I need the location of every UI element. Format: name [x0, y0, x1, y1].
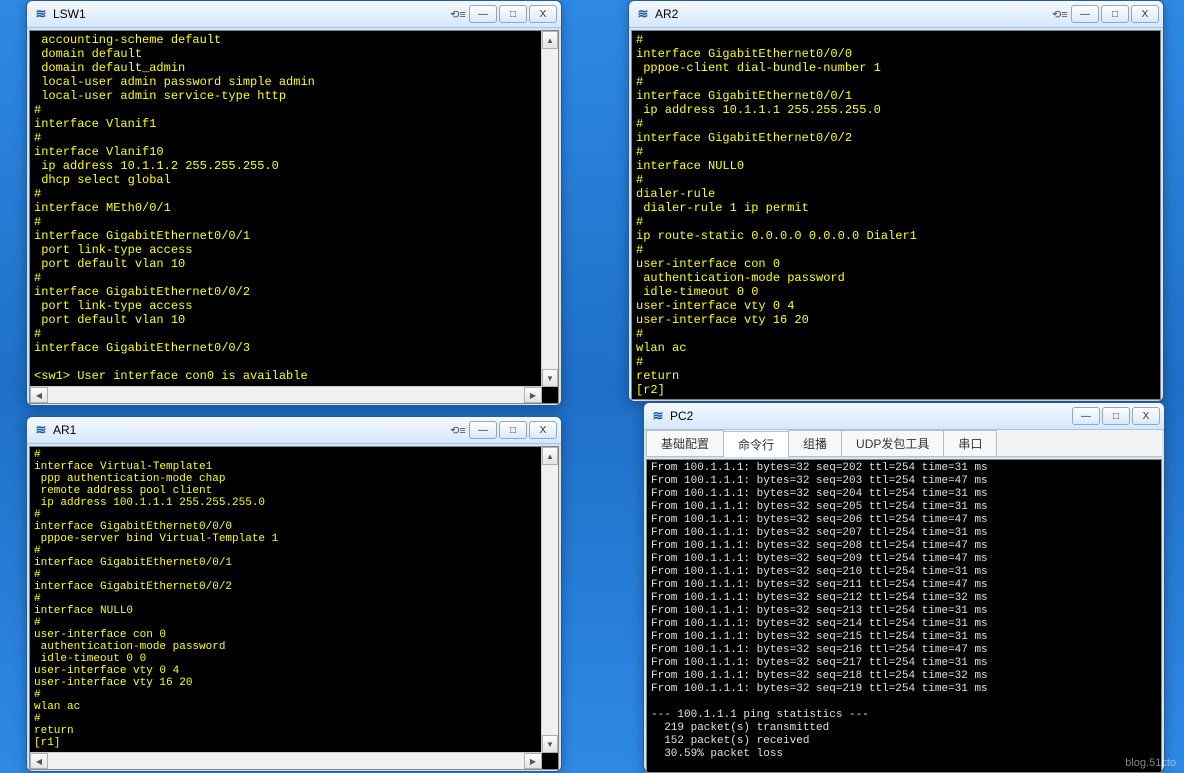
terminal-output: # interface GigabitEthernet0/0/0 pppoe-c…	[632, 31, 1160, 399]
terminal-output: accounting-scheme default domain default…	[30, 31, 558, 385]
options-icon[interactable]: ⟲≡	[449, 7, 467, 21]
maximize-button[interactable]: □	[1102, 407, 1130, 425]
titlebar-lsw1[interactable]: ≋ LSW1 ⟲≡ — □ X	[27, 1, 561, 28]
window-title: LSW1	[53, 7, 449, 21]
minimize-button[interactable]: —	[469, 5, 497, 23]
tab-cli[interactable]: 命令行	[723, 431, 789, 457]
terminal-pane[interactable]: # interface Virtual-Template1 ppp authen…	[29, 446, 559, 770]
app-icon: ≋	[33, 6, 49, 22]
app-icon: ≋	[33, 422, 49, 438]
window-ar1: ≋ AR1 ⟲≡ — □ X # interface Virtual-Templ…	[26, 416, 562, 772]
close-button[interactable]: X	[1132, 407, 1160, 425]
minimize-button[interactable]: —	[1071, 5, 1099, 23]
window-title: PC2	[670, 409, 1072, 423]
close-button[interactable]: X	[1131, 5, 1159, 23]
options-icon[interactable]: ⟲≡	[1051, 7, 1069, 21]
titlebar-ar1[interactable]: ≋ AR1 ⟲≡ — □ X	[27, 417, 561, 444]
scroll-up-icon[interactable]: ▲	[542, 31, 558, 49]
scroll-right-icon[interactable]: ▶	[524, 387, 542, 403]
maximize-button[interactable]: □	[1101, 5, 1129, 23]
scroll-up-icon[interactable]: ▲	[542, 447, 558, 465]
minimize-button[interactable]: —	[469, 421, 497, 439]
watermark-text: blog.51cto	[1125, 757, 1176, 769]
terminal-pane[interactable]: From 100.1.1.1: bytes=32 seq=202 ttl=254…	[646, 459, 1162, 773]
window-title: AR2	[655, 7, 1051, 21]
minimize-button[interactable]: —	[1072, 407, 1100, 425]
tab-bar: 基础配置 命令行 组播 UDP发包工具 串口	[646, 430, 1162, 457]
terminal-output: # interface Virtual-Template1 ppp authen…	[30, 447, 558, 753]
horizontal-scrollbar[interactable]: ◀ ▶	[30, 752, 542, 769]
vertical-scrollbar[interactable]: ▲ ▼	[541, 31, 558, 387]
app-icon: ≋	[635, 6, 651, 22]
close-button[interactable]: X	[529, 5, 557, 23]
maximize-button[interactable]: □	[499, 421, 527, 439]
app-icon: ≋	[650, 408, 666, 424]
scroll-down-icon[interactable]: ▼	[542, 369, 558, 387]
tab-multicast[interactable]: 组播	[788, 430, 842, 456]
tab-basic-config[interactable]: 基础配置	[646, 430, 724, 456]
horizontal-scrollbar[interactable]: ◀ ▶	[30, 386, 542, 403]
scroll-left-icon[interactable]: ◀	[30, 753, 48, 769]
tab-udp-tool[interactable]: UDP发包工具	[841, 430, 944, 456]
terminal-output: From 100.1.1.1: bytes=32 seq=202 ttl=254…	[647, 460, 1161, 773]
window-ar2: ≋ AR2 ⟲≡ — □ X # interface GigabitEthern…	[628, 0, 1164, 402]
close-button[interactable]: X	[529, 421, 557, 439]
titlebar-pc2[interactable]: ≋ PC2 — □ X	[644, 403, 1164, 430]
window-lsw1: ≋ LSW1 ⟲≡ — □ X accounting-scheme defaul…	[26, 0, 562, 406]
vertical-scrollbar[interactable]: ▲ ▼	[541, 447, 558, 753]
scroll-down-icon[interactable]: ▼	[542, 735, 558, 753]
tab-serial[interactable]: 串口	[943, 430, 997, 456]
scroll-left-icon[interactable]: ◀	[30, 387, 48, 403]
options-icon[interactable]: ⟲≡	[449, 423, 467, 437]
window-title: AR1	[53, 423, 449, 437]
titlebar-ar2[interactable]: ≋ AR2 ⟲≡ — □ X	[629, 1, 1163, 28]
window-pc2: ≋ PC2 — □ X 基础配置 命令行 组播 UDP发包工具 串口 From …	[643, 402, 1165, 772]
terminal-pane[interactable]: # interface GigabitEthernet0/0/0 pppoe-c…	[631, 30, 1161, 400]
scroll-right-icon[interactable]: ▶	[524, 753, 542, 769]
maximize-button[interactable]: □	[499, 5, 527, 23]
terminal-pane[interactable]: accounting-scheme default domain default…	[29, 30, 559, 404]
